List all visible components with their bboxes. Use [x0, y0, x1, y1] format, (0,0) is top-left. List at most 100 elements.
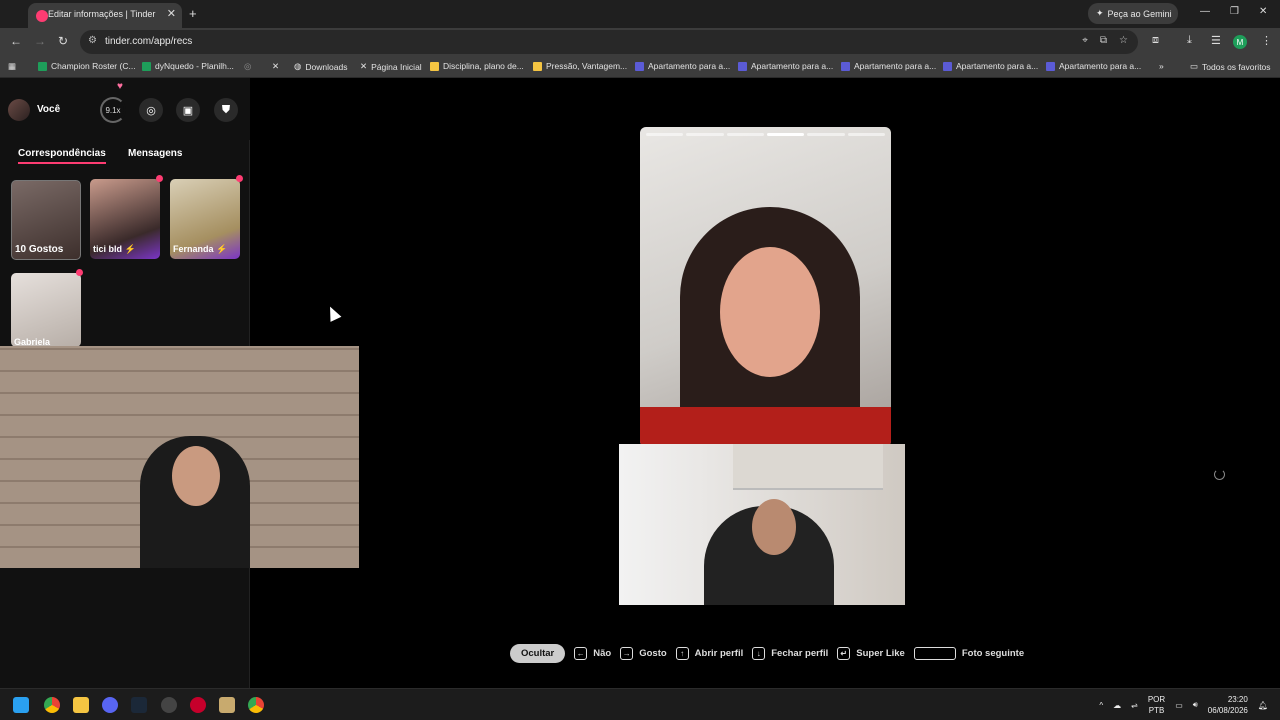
system-tray: ^ ☁ ⇌ POR PTB ▭ 🔊︎ 23:20 06/08/2026 🔔︎ [1099, 694, 1268, 716]
windows-taskbar: ^ ☁ ⇌ POR PTB ▭ 🔊︎ 23:20 06/08/2026 🔔︎ [0, 688, 1280, 720]
sidebar-header: ♥ Você 9.1x ◎ ▣ ⛊ [0, 78, 250, 140]
x-logo-icon: ✕ [360, 61, 368, 71]
bookmark-item[interactable]: ✕ [272, 61, 279, 72]
media-controls-icon[interactable]: ☰ [1211, 34, 1221, 47]
boost-meter[interactable]: 9.1x [100, 97, 126, 123]
tab-messages[interactable]: Mensagens [128, 148, 182, 159]
bookmark-item[interactable]: Apartamento para a... [1046, 61, 1141, 71]
cloud-icon[interactable]: ☁ [1113, 701, 1121, 710]
close-window-icon[interactable]: ✕ [1259, 6, 1267, 17]
extensions-icon[interactable]: ⧈ [1152, 34, 1159, 47]
webcam-overlay-right [619, 444, 905, 605]
bookmark-item[interactable]: Apartamento para a... [738, 61, 833, 71]
hint-close-profile: ↓ Fechar perfil [752, 646, 828, 660]
bookmark-item[interactable]: Apartamento para a... [943, 61, 1038, 71]
sheets-icon [142, 61, 151, 71]
match-tile[interactable]: Fernanda ⚡ [170, 179, 240, 259]
guest-face [752, 499, 796, 555]
globe-icon: ◍ [294, 61, 302, 71]
discord-icon[interactable] [102, 697, 118, 713]
profile-avatar[interactable]: M [1233, 35, 1247, 49]
bookmark-item[interactable]: ✕ Página Inicial [360, 61, 422, 72]
riot-client-icon[interactable] [190, 697, 206, 713]
chrome-icon[interactable] [44, 697, 60, 713]
display-icon[interactable]: ▭ [1175, 701, 1183, 710]
gemini-label: Peça ao Gemini [1107, 8, 1172, 19]
language-indicator[interactable]: POR PTB [1148, 694, 1165, 716]
obs-icon[interactable] [161, 697, 177, 713]
windows-start-icon[interactable] [13, 697, 29, 713]
profile-photo-face [720, 247, 820, 377]
shield-icon[interactable]: ⛊ [214, 98, 238, 122]
sheets-icon [38, 61, 47, 71]
menu-kebab-icon[interactable]: ⋮ [1261, 34, 1272, 47]
up-arrow-key-icon: ↑ [675, 646, 689, 660]
bookmark-item[interactable]: Pressão, Vantagem... [533, 61, 627, 71]
tab-matches[interactable]: Correspondências [18, 148, 106, 159]
maximize-icon[interactable]: ❐ [1230, 6, 1239, 17]
minimize-icon[interactable]: — [1200, 6, 1210, 17]
network-icon[interactable]: ⇌ [1131, 701, 1138, 710]
bookmark-item[interactable]: ◎ [244, 61, 251, 72]
all-bookmarks[interactable]: ▭ Todos os favoritos [1190, 61, 1271, 72]
site-info-icon[interactable]: ⚙ [88, 35, 97, 46]
photo-indicator [646, 133, 684, 136]
notifications-icon[interactable]: 🔔︎ [1258, 701, 1268, 710]
location-icon[interactable]: ⌖ [1082, 35, 1088, 46]
bookmark-item[interactable]: dyNquedo - Planilh... [142, 61, 234, 71]
bookmark-item[interactable]: Champion Roster (C... [38, 61, 136, 71]
profile-card[interactable] [640, 127, 891, 447]
more-bookmarks-icon[interactable]: » [1159, 61, 1164, 71]
close-tab-icon[interactable]: ✕ [167, 7, 176, 20]
bookmark-item[interactable]: Apartamento para a... [841, 61, 936, 71]
photo-indicator [686, 133, 724, 136]
hide-hints-button[interactable]: Ocultar [510, 643, 566, 663]
left-arrow-key-icon: ← [574, 646, 588, 660]
background-cabinet [733, 444, 883, 490]
url-text[interactable]: tinder.com/app/recs [105, 36, 192, 47]
match-tile[interactable]: tici bld ⚡ [90, 179, 160, 259]
webcam-overlay-left [0, 346, 359, 568]
file-explorer-icon[interactable] [73, 697, 89, 713]
chrome-alt-icon[interactable] [248, 697, 264, 713]
downloads-icon[interactable]: ⤓ [1187, 34, 1192, 47]
chevron-up-icon[interactable]: ^ [1099, 701, 1103, 710]
bookmark-item[interactable]: Apartamento para a... [635, 61, 730, 71]
gemini-button[interactable]: ✦ Peça ao Gemini [1088, 3, 1178, 24]
match-tile[interactable]: Gabriela [11, 273, 81, 347]
right-arrow-key-icon: → [620, 646, 634, 660]
explore-compass-icon[interactable]: ◎ [139, 98, 163, 122]
tab-title: Editar informações | Tinder [48, 9, 156, 19]
volume-icon[interactable]: 🔊︎ [1193, 700, 1198, 710]
mouse-cursor-icon [324, 304, 342, 322]
hint-like: → Gosto [620, 646, 667, 660]
back-arrow-icon[interactable]: ← [10, 34, 22, 48]
tinder-favicon-icon [36, 10, 48, 22]
keyboard-hints-bar: Ocultar ← Não → Gosto ↑ Abrir perfil ↓ Fecha… [510, 643, 1024, 663]
profile-label[interactable]: Você [37, 104, 60, 115]
bookmark-star-icon[interactable]: ☆ [1119, 35, 1128, 46]
bookmark-item[interactable]: Disciplina, plano de... [430, 61, 524, 71]
new-tab-button[interactable]: + [189, 6, 197, 21]
league-icon[interactable] [219, 697, 235, 713]
photo-indicator-active [766, 133, 805, 136]
forward-arrow-icon[interactable]: → [34, 34, 46, 48]
heart-icon: ♥ [117, 81, 123, 92]
address-bar[interactable]: ⚙ tinder.com/app/recs ⌖ ⧉ ☆ [80, 30, 1138, 54]
reload-icon[interactable]: ↻ [58, 34, 68, 48]
loading-spinner-icon [1214, 469, 1225, 480]
active-tab-indicator [18, 162, 106, 164]
gemini-icon: ✦ [1096, 8, 1104, 18]
unread-dot [156, 175, 163, 182]
bookmark-item[interactable]: ◍ Downloads [294, 61, 347, 72]
down-arrow-key-icon: ↓ [752, 646, 766, 660]
apps-grid-icon[interactable]: ▦ [8, 61, 16, 72]
browser-tab[interactable]: Editar informações | Tinder ✕ [28, 3, 182, 28]
steam-icon[interactable] [131, 697, 147, 713]
install-app-icon[interactable]: ⧉ [1100, 35, 1107, 46]
folder-icon: ▭ [1190, 61, 1199, 71]
clock[interactable]: 23:20 06/08/2026 [1208, 694, 1248, 716]
briefcase-icon[interactable]: ▣ [176, 98, 200, 122]
avatar[interactable] [8, 99, 30, 121]
likes-tile[interactable]: 10 Gostos [11, 180, 81, 260]
